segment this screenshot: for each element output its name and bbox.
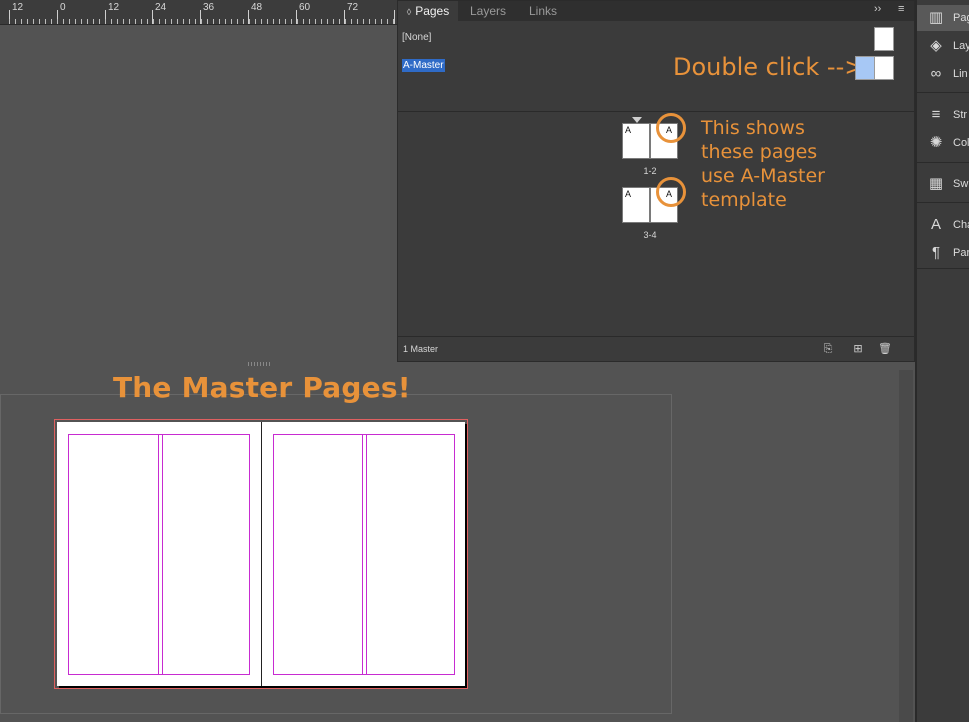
collapse-panels-icon[interactable]: ››	[874, 3, 881, 15]
character-icon: A	[930, 216, 941, 233]
pages-icon: ▥	[928, 9, 944, 26]
dock-separator	[917, 92, 969, 93]
dock-item-layers[interactable]: ◈ Lay	[917, 33, 969, 59]
collapse-caret-icon: ◊	[406, 7, 412, 17]
dock-item-links[interactable]: ∞ Lin	[917, 61, 969, 87]
ruler-label: 24	[155, 2, 167, 13]
panel-dock: ▥ Pag ◈ Lay ∞ Lin ≡ Str ✺ Col ▦ Sw A Cha…	[917, 0, 969, 722]
highlight-circle	[656, 177, 686, 207]
master-label: A-Master	[402, 59, 445, 72]
panel-tabbar: ◊ Pages Layers Links ›› ≡	[398, 1, 914, 21]
vertical-scrollbar[interactable]	[899, 370, 913, 722]
panel-resize-grip[interactable]	[248, 362, 270, 366]
annotation-line: This shows	[701, 117, 805, 139]
right-page-margin	[273, 434, 455, 675]
dock-item-paragraph[interactable]: ¶ Par	[917, 240, 969, 266]
tab-pages[interactable]: ◊ Pages	[398, 1, 458, 21]
dock-separator	[917, 162, 969, 163]
column-guide	[158, 435, 159, 674]
swatches-icon: ▦	[928, 175, 944, 192]
dock-label: Pag	[953, 12, 969, 24]
a-master-right-thumbnail[interactable]	[874, 56, 894, 80]
tab-links[interactable]: Links	[518, 1, 568, 21]
panel-menu-icon[interactable]: ≡	[898, 3, 904, 15]
ruler-label: 12	[12, 2, 24, 13]
spread-label: 3-4	[643, 230, 657, 240]
ruler-label: 48	[251, 2, 263, 13]
tab-label: Links	[528, 4, 557, 18]
ruler-label: 72	[347, 2, 359, 13]
new-page-icon[interactable]: ⊞	[850, 341, 866, 357]
dock-item-swatches[interactable]: ▦ Sw	[917, 171, 969, 197]
ruler-label: 12	[108, 2, 120, 13]
master-prefix: A	[625, 189, 632, 199]
ruler-label: 0	[60, 2, 66, 13]
dock-separator	[917, 202, 969, 203]
master-none-thumbnail[interactable]	[874, 27, 894, 51]
delete-page-icon[interactable]: 🗑	[877, 341, 893, 357]
annotation-line: these pages	[701, 141, 818, 163]
masters-section: [None] A-Master Double click -->	[398, 21, 914, 112]
column-guide	[362, 435, 363, 674]
color-icon: ✺	[929, 134, 943, 151]
master-spread[interactable]	[57, 422, 465, 686]
a-master-left-thumbnail[interactable]	[855, 56, 875, 80]
dock-label: Lay	[953, 40, 969, 52]
master-label: [None]	[402, 32, 432, 43]
dock-label: Par	[953, 247, 969, 259]
page-thumbnail-1[interactable]: A	[622, 123, 650, 159]
dock-label: Col	[953, 137, 969, 149]
dock-separator	[917, 268, 969, 269]
headline-annotation: The Master Pages!	[113, 371, 411, 404]
document-pages-section: A A 1-2 A A 3-4 This shows these pages u…	[398, 113, 914, 333]
dock-label: Lin	[953, 68, 968, 80]
ruler-label: 60	[299, 2, 311, 13]
pages-panel: ◊ Pages Layers Links ›› ≡ [None] A-Master…	[397, 0, 915, 362]
annotation-line: use A-Master	[701, 165, 825, 187]
layers-icon: ◈	[930, 37, 942, 54]
left-page-margin	[68, 434, 250, 675]
dock-label: Sw	[953, 178, 969, 190]
master-a[interactable]: A-Master	[402, 59, 445, 72]
master-none[interactable]: [None]	[402, 32, 431, 43]
spread-label: 1-2	[643, 166, 657, 176]
column-guide	[162, 435, 163, 674]
ruler-label: 36	[203, 2, 215, 13]
ruler-minor-ticks	[9, 19, 395, 24]
dock-item-color[interactable]: ✺ Col	[917, 130, 969, 156]
column-guide	[366, 435, 367, 674]
annotation-line: template	[701, 189, 787, 211]
edit-page-size-icon[interactable]: ⎘	[820, 341, 836, 357]
highlight-circle	[656, 113, 686, 143]
master-prefix: A	[625, 125, 632, 135]
stroke-icon: ≡	[931, 106, 941, 123]
double-click-annotation: Double click -->	[673, 53, 865, 81]
master-count: 1 Master	[403, 344, 439, 354]
panel-statusbar: 1 Master ⎘ ⊞ 🗑	[398, 336, 914, 361]
spread-spine	[261, 422, 262, 686]
dock-label: Cha	[953, 219, 969, 231]
dock-item-character[interactable]: A Cha	[917, 212, 969, 238]
tab-label: Pages	[415, 4, 450, 18]
links-icon: ∞	[930, 65, 942, 82]
page-thumbnail-3[interactable]: A	[622, 187, 650, 223]
dock-item-stroke[interactable]: ≡ Str	[917, 102, 969, 128]
tab-layers[interactable]: Layers	[460, 1, 516, 21]
tab-label: Layers	[469, 4, 507, 18]
horizontal-ruler[interactable]: 12 0 12 24 36 48 60 72	[0, 0, 397, 25]
dock-item-pages[interactable]: ▥ Pag	[917, 5, 969, 31]
paragraph-icon: ¶	[931, 244, 941, 261]
dock-label: Str	[953, 109, 968, 121]
master-usage-annotation: This shows these pages use A-Master temp…	[701, 116, 825, 212]
